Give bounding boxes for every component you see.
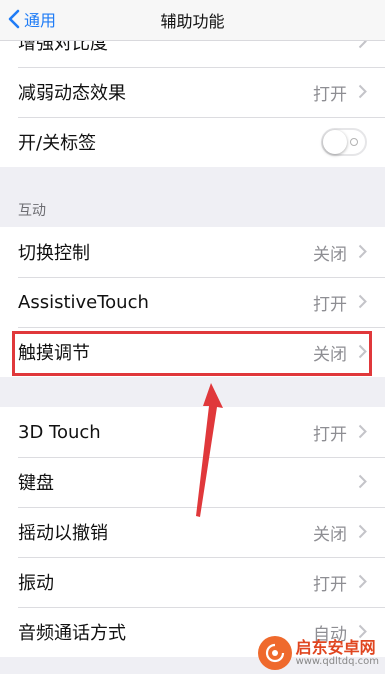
watermark-name: 启东安卓网 [295, 637, 376, 657]
watermark: 启东安卓网 www.qdltdq.com [257, 636, 379, 670]
annotation-arrow-icon [196, 383, 223, 517]
watermark-url: www.qdltdq.com [295, 656, 379, 668]
watermark-logo-icon [257, 636, 292, 670]
